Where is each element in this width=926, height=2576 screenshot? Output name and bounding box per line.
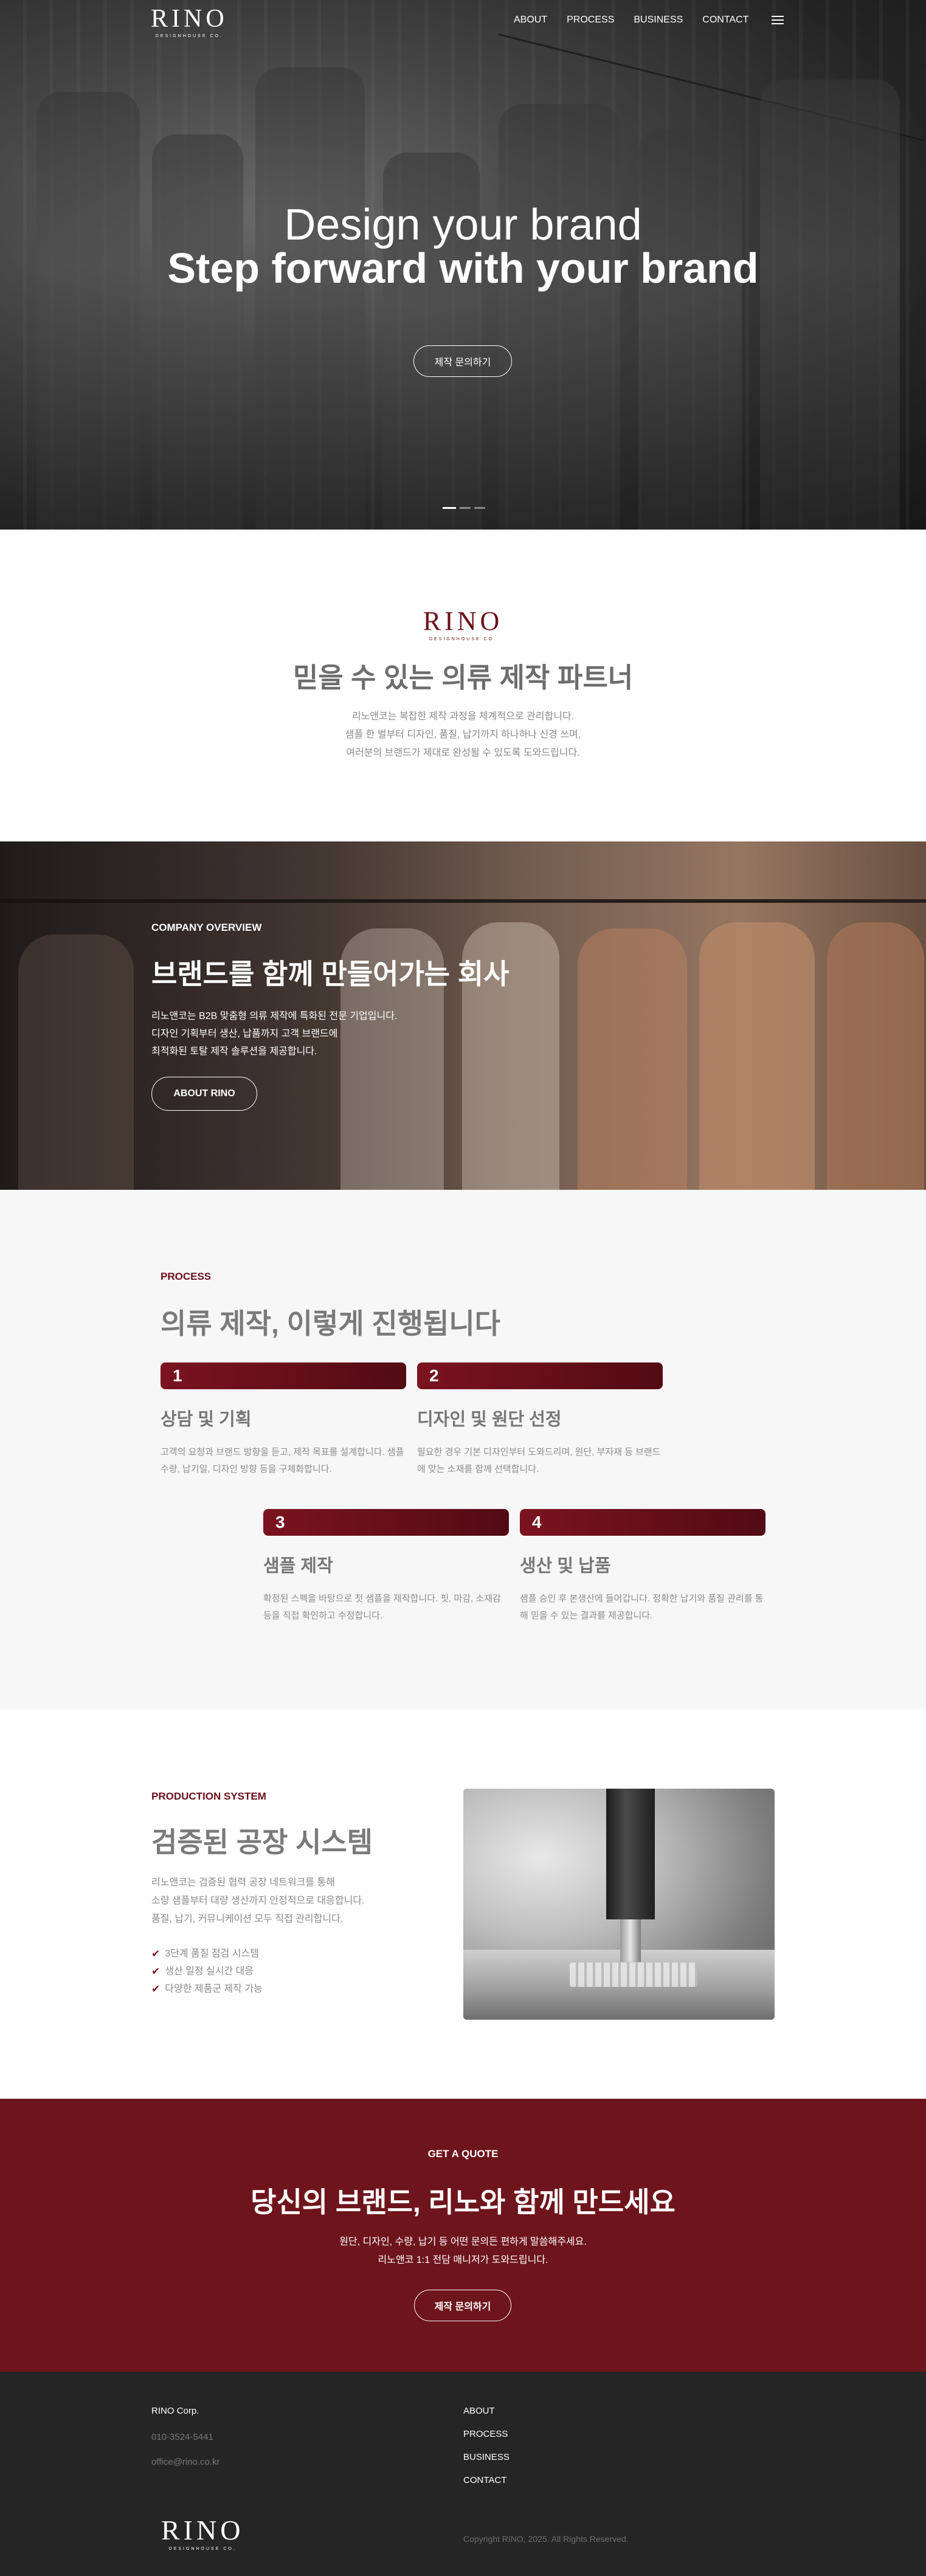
quote-title: 당신의 브랜드, 리노와 함께 만드세요 <box>251 2186 675 2218</box>
footer-company: RINO Corp. <box>151 2406 199 2416</box>
logo-text: RINO <box>161 2515 244 2546</box>
footer-link-process[interactable]: PROCESS <box>463 2429 508 2439</box>
overview-overlay <box>0 841 926 1190</box>
quote-line: 원단, 디자인, 수량, 납기 등 어떤 문의든 편하게 말씀해주세요. <box>339 2237 587 2247</box>
quote-line: 리노앤코 1:1 전담 매니저가 도와드립니다. <box>378 2255 548 2265</box>
check-icon: ✔ <box>151 1948 161 1960</box>
hamburger-icon[interactable] <box>772 16 784 24</box>
production-title: 검증된 공장 시스템 <box>151 1826 373 1858</box>
footer-email[interactable]: office@rino.co.kr <box>151 2457 220 2467</box>
step-number-bar: 1 <box>161 1362 406 1389</box>
logo-subtext: DESIGNHOUSE CO. <box>168 2547 237 2551</box>
production-checklist: ✔ 3단계 품질 점검 시스템 ✔ 생산 일정 실시간 대응 ✔ 다양한 제품군 제작… <box>151 1945 263 1998</box>
needle-plate <box>570 1963 697 1987</box>
hero-title: Design your brand <box>284 201 642 249</box>
process-step-3: 3 샘플 제작 확정된 스펙을 바탕으로 첫 샘플을 제작합니다. 핏, 마감,… <box>263 1509 509 1625</box>
nav-process[interactable]: PROCESS <box>567 15 614 26</box>
step-description: 샘플 승인 후 본생산에 들어갑니다. 정확한 납기와 품질 관리를 통해 믿을… <box>520 1594 764 1621</box>
production-line: 리노앤코는 검증된 협력 공장 네트워크를 통해 <box>151 1877 335 1888</box>
quote-label: GET A QUOTE <box>427 2148 499 2160</box>
checklist-text: 생산 일정 실시간 대응 <box>165 1966 254 1977</box>
checklist-text: 다양한 제품군 제작 가능 <box>165 1984 263 1994</box>
process-step-4: 4 생산 및 납품 샘플 승인 후 본생산에 들어갑니다. 정확한 납기와 품질… <box>520 1509 765 1625</box>
step-number-bar: 4 <box>520 1509 765 1536</box>
main-nav: ABOUT PROCESS BUSINESS CONTACT <box>514 15 784 26</box>
checklist-item: ✔ 3단계 품질 점검 시스템 <box>151 1945 263 1963</box>
step-description: 확정된 스펙을 바탕으로 첫 샘플을 제작합니다. 핏, 마감, 소재감 등을 … <box>263 1594 501 1621</box>
quote-inquiry-button[interactable]: 제작 문의하기 <box>414 2290 511 2321</box>
intro-line: 리노앤코는 복잡한 제작 과정을 체계적으로 관리합니다. <box>351 711 575 722</box>
production-label: PRODUCTION SYSTEM <box>151 1790 266 1802</box>
overview-line: 최적화된 토탈 제작 솔루션을 제공합니다. <box>151 1046 317 1057</box>
overview-description: 리노앤코는 B2B 맞춤형 의류 제작에 특화된 전문 기업입니다. 디자인 기… <box>151 1007 397 1060</box>
overview-title: 브랜드를 함께 만들어가는 회사 <box>151 958 510 990</box>
logo-text: RINO <box>423 606 503 636</box>
nav-contact[interactable]: CONTACT <box>702 15 748 26</box>
process-step-1: 1 상담 및 기획 고객의 요청과 브랜드 방향을 듣고, 제작 목표를 설계합… <box>161 1362 406 1478</box>
nav-about[interactable]: ABOUT <box>514 15 547 26</box>
logo-subtext: DESIGNHOUSE CO. <box>429 637 497 641</box>
production-line: 품질, 납기, 커뮤니케이션 모두 직접 관리합니다. <box>151 1914 344 1924</box>
production-description: 리노앤코는 검증된 협력 공장 네트워크를 통해 소량 샘플부터 대량 생산까지… <box>151 1874 365 1929</box>
logo-text: RINO <box>151 5 228 33</box>
footer-link-about[interactable]: ABOUT <box>463 2406 495 2416</box>
hero-inquiry-button[interactable]: 제작 문의하기 <box>413 345 512 377</box>
intro-title: 믿을 수 있는 의류 제작 파트너 <box>292 662 634 693</box>
overview-label: COMPANY OVERVIEW <box>151 922 262 933</box>
footer-links: ABOUT PROCESS BUSINESS CONTACT <box>463 2406 510 2498</box>
slider-dot[interactable] <box>460 507 471 509</box>
about-rino-button[interactable]: ABOUT RINO <box>151 1077 257 1111</box>
step-number-bar: 2 <box>417 1362 663 1389</box>
production-line: 소량 샘플부터 대량 생산까지 안정적으로 대응합니다. <box>151 1896 365 1906</box>
step-description: 필요한 경우 기본 디자인부터 도와드리며, 원단, 부자재 등 브랜드에 맞는… <box>417 1447 661 1474</box>
overview-line: 디자인 기획부터 생산, 납품까지 고객 브랜드에 <box>151 1029 338 1039</box>
logo-subtext: DESIGNHOUSE CO. <box>155 34 223 38</box>
process-label: PROCESS <box>161 1271 212 1282</box>
step-number-bar: 3 <box>263 1509 509 1536</box>
step-title: 샘플 제작 <box>263 1556 333 1576</box>
sewing-machine-image <box>463 1789 775 2020</box>
step-title: 디자인 및 원단 선정 <box>417 1410 562 1429</box>
intro-line: 샘플 한 벌부터 디자인, 품질, 납기까지 하나하나 신경 쓰며, <box>345 730 581 740</box>
nav-business[interactable]: BUSINESS <box>634 15 683 26</box>
hero-subtitle: Step forward with your brand <box>167 244 759 292</box>
footer-link-business[interactable]: BUSINESS <box>463 2452 510 2462</box>
footer-phone[interactable]: 010-3524-5441 <box>151 2432 213 2442</box>
hero-slider-indicator <box>443 507 485 509</box>
machine-arm <box>606 1789 655 1919</box>
footer-logo[interactable]: RINO DESIGNHOUSE CO. <box>161 2515 244 2552</box>
intro-line: 여러분의 브랜드가 제대로 완성될 수 있도록 도와드립니다. <box>346 748 580 758</box>
slider-dot-active[interactable] <box>443 507 456 509</box>
checklist-item: ✔ 생산 일정 실시간 대응 <box>151 1963 263 1980</box>
intro-description: 리노앤코는 복잡한 제작 과정을 체계적으로 관리합니다. 샘플 한 벌부터 디… <box>0 708 926 762</box>
quote-description: 원단, 디자인, 수량, 납기 등 어떤 문의든 편하게 말씀해주세요. 리노앤… <box>0 2233 926 2270</box>
checklist-item: ✔ 다양한 제품군 제작 가능 <box>151 1980 263 1998</box>
company-overview-section <box>0 841 926 1190</box>
intro-logo: RINO DESIGNHOUSE CO. <box>0 606 926 642</box>
footer-link-contact[interactable]: CONTACT <box>463 2475 506 2485</box>
footer-copyright: Copyright RINO, 2025. All Rights Reserve… <box>463 2534 629 2544</box>
step-description: 고객의 요청과 브랜드 방향을 듣고, 제작 목표를 설계합니다. 샘플 수량,… <box>161 1447 404 1474</box>
process-title: 의류 제작, 이렇게 진행됩니다 <box>161 1308 500 1339</box>
checklist-text: 3단계 품질 점검 시스템 <box>165 1949 259 1959</box>
header-logo[interactable]: RINO DESIGNHOUSE CO. <box>151 6 228 38</box>
process-step-2: 2 디자인 및 원단 선정 필요한 경우 기본 디자인부터 도와드리며, 원단,… <box>417 1362 663 1478</box>
step-title: 생산 및 납품 <box>520 1556 611 1576</box>
presser-foot <box>620 1919 641 1962</box>
overview-line: 리노앤코는 B2B 맞춤형 의류 제작에 특화된 전문 기업입니다. <box>151 1011 398 1021</box>
slider-dot[interactable] <box>474 507 485 509</box>
check-icon: ✔ <box>151 1966 161 1977</box>
check-icon: ✔ <box>151 1983 161 1995</box>
step-title: 상담 및 기획 <box>161 1410 252 1429</box>
